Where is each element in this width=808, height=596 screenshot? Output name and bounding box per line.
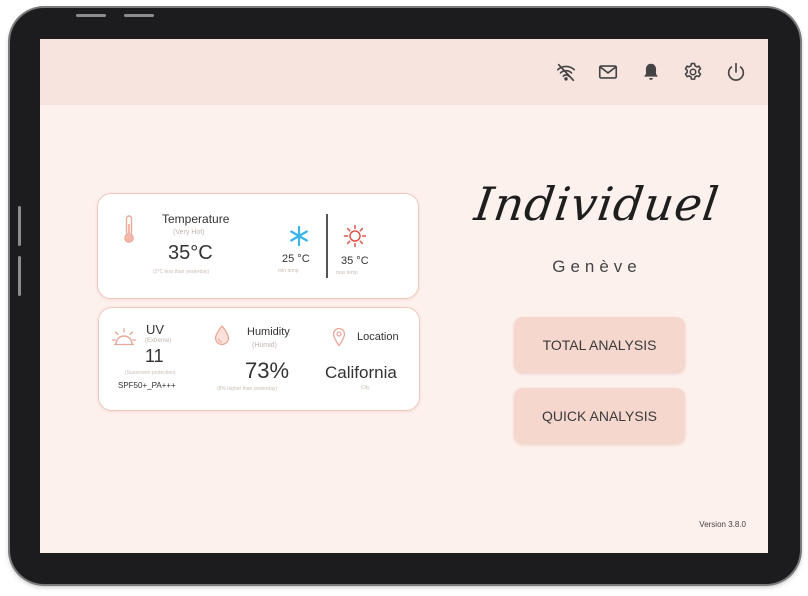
mail-icon[interactable] bbox=[595, 59, 621, 85]
app-screen: Temperature (Very Hot) 35°C (2°C less th… bbox=[40, 39, 768, 553]
uv-sun-icon bbox=[112, 327, 136, 346]
brand-city: Genève bbox=[552, 257, 642, 276]
min-temp-caption: min temp bbox=[278, 268, 299, 274]
sun-icon bbox=[343, 224, 367, 248]
location-pin-icon bbox=[332, 327, 346, 347]
uv-recommendation: SPF50+_PA+++ bbox=[118, 381, 176, 390]
max-temp-value: 35 °C bbox=[341, 255, 369, 267]
tablet-side-button bbox=[18, 206, 21, 246]
wifi-off-icon[interactable] bbox=[553, 59, 579, 85]
location-label: Location bbox=[357, 331, 399, 343]
max-temp-caption: max temp bbox=[336, 270, 358, 276]
quick-analysis-button[interactable]: QUICK ANALYSIS bbox=[514, 388, 685, 444]
humidity-label: Humidity bbox=[247, 326, 290, 338]
total-analysis-button[interactable]: TOTAL ANALYSIS bbox=[514, 317, 685, 373]
min-temp-value: 25 °C bbox=[282, 253, 310, 265]
temperature-note: (2°C less than yesterday) bbox=[153, 269, 210, 275]
temperature-card: Temperature (Very Hot) 35°C (2°C less th… bbox=[97, 193, 419, 299]
location-caption: City bbox=[361, 385, 370, 391]
version-label: Version 3.8.0 bbox=[699, 520, 746, 529]
gear-icon[interactable] bbox=[680, 59, 706, 85]
brand-logo: Individuel bbox=[471, 177, 723, 231]
power-icon[interactable] bbox=[723, 59, 749, 85]
tablet-button bbox=[124, 14, 154, 17]
temperature-label: Temperature bbox=[162, 212, 230, 226]
tablet-button bbox=[76, 14, 106, 17]
humidity-note: (8% higher than yesterday) bbox=[217, 386, 278, 392]
temperature-status: (Very Hot) bbox=[173, 229, 205, 236]
bell-icon[interactable] bbox=[638, 59, 664, 85]
environment-card: UV (Extreme) 11 (Sunscreen protection) S… bbox=[98, 307, 420, 411]
uv-note: (Sunscreen protection) bbox=[125, 370, 176, 376]
snowflake-icon bbox=[290, 226, 308, 246]
humidity-status: (Humid) bbox=[252, 342, 277, 349]
tablet-side-button bbox=[18, 256, 21, 296]
uv-status: (Extreme) bbox=[145, 338, 172, 344]
uv-label: UV bbox=[146, 322, 165, 337]
temperature-value: 35°C bbox=[168, 242, 213, 264]
water-drop-icon bbox=[214, 324, 230, 346]
divider bbox=[326, 214, 328, 278]
thermometer-icon bbox=[124, 215, 134, 243]
uv-value: 11 bbox=[145, 346, 164, 366]
location-value: California bbox=[325, 363, 397, 382]
top-bar bbox=[40, 39, 768, 105]
humidity-value: 73% bbox=[245, 358, 290, 383]
